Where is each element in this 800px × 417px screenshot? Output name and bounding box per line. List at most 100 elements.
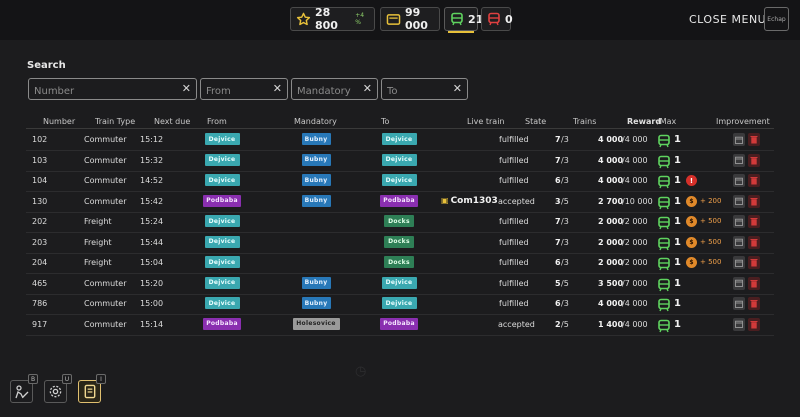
header-max[interactable]: /Max: [657, 117, 676, 126]
delete-icon[interactable]: [748, 276, 760, 290]
row-reward: 2 000: [598, 237, 624, 247]
schedule-icon[interactable]: [733, 194, 745, 208]
header-train-type[interactable]: Train Type: [95, 117, 135, 126]
delete-icon[interactable]: [748, 317, 760, 331]
green-trains-stat[interactable]: 21: [444, 7, 483, 33]
table-row[interactable]: 786 Commuter 15:00 Dejvice Bubny Dejvice fulfi…: [26, 294, 774, 314]
table-row[interactable]: 130 Commuter 15:42 Podbaba Bubny Podbaba ▣ Com1…: [26, 192, 774, 212]
from-station-tag: Dejvice: [204, 133, 240, 145]
key-hint-u: U: [62, 374, 72, 384]
row-reward: 2 700: [598, 196, 624, 206]
from-station-tag: Dejvice: [204, 174, 240, 186]
score-value: 28 800: [315, 6, 338, 32]
search-title: Search: [27, 60, 66, 71]
row-state: fulfilled: [499, 299, 529, 308]
star-icon: [296, 11, 311, 27]
row-train-type: Commuter: [84, 319, 127, 329]
row-trains-count: 7: [555, 217, 561, 226]
delete-icon[interactable]: [748, 194, 760, 208]
delete-icon[interactable]: [748, 235, 760, 249]
header-trains[interactable]: Trains: [573, 117, 596, 126]
table-row[interactable]: 917 Commuter 15:14 Podbaba Holesovice Podbaba…: [26, 315, 774, 335]
row-trains-required: /3: [561, 258, 569, 267]
schedule-icon[interactable]: [733, 317, 745, 331]
train-icon: [657, 277, 671, 291]
header-from[interactable]: From: [207, 117, 227, 126]
header-improvement[interactable]: Improvement: [716, 117, 770, 126]
row-train-type: Commuter: [84, 196, 127, 206]
clear-from-icon[interactable]: ✕: [273, 82, 282, 96]
train-icon: [657, 215, 671, 230]
gear-icon: [49, 385, 62, 398]
mandatory-search-field: ✕: [291, 78, 378, 102]
schedule-icon[interactable]: [733, 276, 745, 290]
row-trains-count: 2: [555, 319, 561, 329]
table-row[interactable]: 103 Commuter 15:32 Dejvice Bubny Dejvice fulfi…: [26, 151, 774, 171]
delete-icon[interactable]: [748, 215, 760, 228]
from-station-tag: Dejvice: [204, 153, 240, 166]
delete-icon[interactable]: [748, 153, 760, 167]
delete-icon[interactable]: [748, 256, 760, 269]
schedule-icon[interactable]: [733, 215, 745, 228]
row-reward: 2 000: [598, 217, 624, 226]
row-trains-count: 6: [555, 299, 561, 308]
schedule-icon[interactable]: [733, 174, 745, 187]
from-station-tag: Dejvice: [204, 256, 240, 268]
header-next-due[interactable]: Next due: [154, 117, 190, 126]
table-row[interactable]: 104 Commuter 14:52 Dejvice Bubny Dejvice fulfi…: [26, 171, 774, 191]
mandatory-station-tag: Bubny: [301, 174, 331, 186]
to-station-tag: Dejvice: [381, 276, 417, 289]
header-reward[interactable]: Reward: [627, 117, 661, 126]
row-train-assigned: 1: [674, 195, 681, 207]
row-next-due: 15:04: [140, 258, 164, 267]
schedule-icon[interactable]: [733, 297, 745, 310]
table-row[interactable]: 465 Commuter 15:20 Dejvice Bubny Dejvice fulfi…: [26, 274, 774, 294]
clear-mandatory-icon[interactable]: ✕: [363, 82, 372, 96]
row-train-type: Commuter: [84, 135, 127, 144]
clear-number-icon[interactable]: ✕: [182, 82, 191, 96]
row-state: fulfilled: [499, 176, 529, 185]
from-station-tag: Dejvice: [204, 297, 240, 309]
to-station-tag: Dejvice: [381, 297, 417, 309]
row-train-assigned: 1: [674, 216, 681, 227]
row-train-assigned: 1: [674, 318, 681, 330]
row-reward: 4 000: [598, 299, 624, 308]
table-row[interactable]: 202 Freight 15:24 Dejvice Docks fulfilled 7/3 2…: [26, 212, 774, 232]
number-search-input[interactable]: [29, 81, 196, 102]
echap-key[interactable]: Echap: [764, 7, 789, 31]
header-number[interactable]: Number: [43, 117, 75, 126]
row-number: 204: [32, 258, 48, 267]
schedule-icon[interactable]: [733, 235, 745, 249]
row-trains-required: /5: [561, 319, 569, 329]
row-next-due: 15:32: [140, 155, 164, 165]
header-to[interactable]: To: [381, 117, 389, 126]
close-menu-button[interactable]: CLOSE MENU: [689, 13, 766, 26]
live-train-link[interactable]: ▣ Com1303: [441, 196, 498, 206]
row-max-reward: /2 000: [622, 258, 648, 267]
schedule-icon[interactable]: [733, 133, 745, 146]
table-row[interactable]: 204 Freight 15:04 Dejvice Docks fulfilled 6/3 2…: [26, 253, 774, 273]
row-max-reward: /4 000: [622, 319, 648, 329]
row-next-due: 15:20: [140, 278, 164, 288]
alert-icon: !: [686, 175, 697, 186]
schedule-icon[interactable]: [733, 153, 745, 167]
red-trains-stat[interactable]: 0: [481, 7, 513, 31]
clear-to-icon[interactable]: ✕: [453, 82, 462, 96]
delete-icon[interactable]: [748, 133, 760, 146]
delete-icon[interactable]: [748, 297, 760, 310]
row-max-reward: /7 000: [622, 278, 648, 288]
train-icon: [657, 318, 671, 332]
delete-icon[interactable]: [748, 174, 760, 187]
table-row[interactable]: 102 Commuter 15:12 Dejvice Bubny Dejvice fulfi…: [26, 130, 774, 150]
row-train-assigned: 1: [674, 298, 681, 309]
number-search-field: ✕: [28, 78, 197, 102]
header-mandatory[interactable]: Mandatory: [294, 117, 337, 126]
row-state: accepted: [498, 319, 535, 329]
header-live-train[interactable]: Live train: [467, 117, 505, 126]
active-underline: [448, 31, 474, 33]
table-row[interactable]: 203 Freight 15:44 Dejvice Docks fulfilled 7/3 2…: [26, 233, 774, 253]
header-state[interactable]: State: [525, 117, 546, 126]
train-icon: [657, 133, 671, 148]
schedule-icon[interactable]: [733, 256, 745, 269]
to-station-tag: Docks: [384, 215, 414, 227]
